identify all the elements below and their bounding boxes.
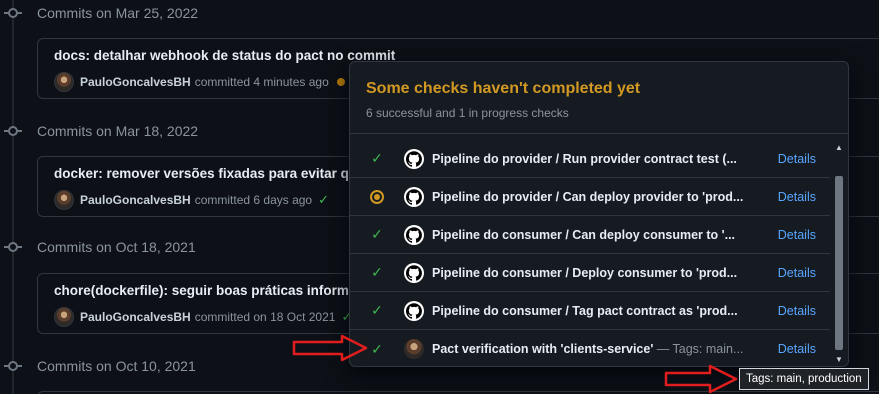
github-icon	[404, 224, 424, 245]
details-link[interactable]: Details	[778, 152, 816, 166]
commit-meta: PauloGoncalvesBH committed 4 minutes ago	[54, 72, 345, 92]
details-link[interactable]: Details	[778, 228, 816, 242]
check-row: ✓ Pipeline do consumer / Deploy consumer…	[350, 254, 830, 292]
commit-title-link[interactable]: docker: remover versões fixadas para evi…	[54, 166, 357, 181]
timeline-line	[12, 0, 14, 394]
check-row: ✓ Pipeline do provider / Run provider co…	[350, 140, 830, 178]
check-success-icon[interactable]: ✓	[318, 192, 329, 208]
avatar[interactable]	[54, 190, 74, 210]
commit-time: committed 6 days ago	[194, 193, 313, 207]
check-tags: — Tags: main...	[653, 342, 744, 356]
annotation-arrow-icon	[292, 334, 368, 362]
commit-node-icon	[4, 122, 22, 140]
check-name-text: Pact verification with 'clients-service'	[432, 342, 654, 356]
details-link[interactable]: Details	[778, 190, 816, 204]
commit-node-icon	[4, 238, 22, 256]
user-avatar	[404, 339, 424, 359]
popover-title: Some checks haven't completed yet	[366, 80, 641, 97]
github-icon	[404, 186, 424, 207]
pending-status-icon[interactable]	[336, 78, 345, 86]
commit-node-icon	[4, 357, 22, 375]
commit-time: committed 4 minutes ago	[194, 75, 329, 89]
commit-node-icon	[4, 4, 22, 22]
github-icon	[404, 300, 424, 321]
check-row: ✓ Pipeline do consumer / Can deploy cons…	[350, 216, 830, 254]
in-progress-icon	[350, 189, 404, 204]
checks-popover: Some checks haven't completed yet 6 succ…	[349, 61, 849, 367]
check-row: ✓ Pipeline do consumer / Tag pact contra…	[350, 292, 830, 330]
checks-list: ✓ Pipeline do provider / Run provider co…	[350, 140, 830, 366]
scroll-up-icon[interactable]: ▲	[832, 140, 846, 154]
avatar[interactable]	[54, 72, 74, 92]
details-link[interactable]: Details	[778, 304, 816, 318]
date-heading: Commits on Oct 10, 2021	[37, 358, 196, 374]
check-success-icon: ✓	[371, 150, 383, 166]
commit-time: committed on 18 Oct 2021	[194, 310, 336, 324]
scroll-track[interactable]	[832, 154, 846, 352]
commit-meta: PauloGoncalvesBH committed 6 days ago ✓	[54, 190, 329, 210]
date-heading: Commits on Oct 18, 2021	[37, 239, 196, 255]
check-name: Pipeline do consumer / Can deploy consum…	[432, 227, 736, 242]
author-link[interactable]: PauloGoncalvesBH	[80, 193, 191, 207]
check-name: Pipeline do consumer / Tag pact contract…	[432, 303, 738, 318]
details-link[interactable]: Details	[778, 342, 816, 356]
check-name: Pipeline do provider / Can deploy provid…	[432, 189, 744, 204]
date-heading: Commits on Mar 25, 2022	[37, 5, 199, 21]
check-name: Pipeline do provider / Run provider cont…	[432, 151, 737, 166]
commit-title-link[interactable]: docs: detalhar webhook de status do pact…	[54, 48, 395, 63]
author-link[interactable]: PauloGoncalvesBH	[80, 75, 191, 89]
popover-subtitle: 6 successful and 1 in progress checks	[366, 106, 569, 120]
annotation-arrow-icon	[664, 364, 738, 394]
check-success-icon: ✓	[371, 226, 383, 242]
github-icon	[404, 148, 424, 169]
commit-meta: PauloGoncalvesBH committed on 18 Oct 202…	[54, 307, 352, 327]
avatar[interactable]	[54, 307, 74, 327]
scroll-down-icon[interactable]: ▼	[832, 352, 846, 366]
check-success-icon: ✓	[371, 264, 383, 280]
tags-tooltip: Tags: main, production	[739, 368, 869, 390]
check-row: ✓ Pact verification with 'clients-servic…	[350, 330, 830, 366]
details-link[interactable]: Details	[778, 266, 816, 280]
date-heading: Commits on Mar 18, 2022	[37, 123, 199, 139]
check-name: Pipeline do consumer / Deploy consumer t…	[432, 265, 738, 280]
author-link[interactable]: PauloGoncalvesBH	[80, 310, 191, 324]
check-name: Pact verification with 'clients-service'…	[432, 342, 762, 356]
check-success-icon: ✓	[371, 302, 383, 318]
check-row: Pipeline do provider / Can deploy provid…	[350, 178, 830, 216]
scroll-thumb[interactable]	[835, 176, 843, 350]
commit-title-link[interactable]: chore(dockerfile): seguir boas práticas …	[54, 283, 356, 298]
popover-scrollbar[interactable]: ▲ ▼	[832, 140, 846, 366]
github-icon	[404, 262, 424, 283]
popover-header: Some checks haven't completed yet 6 succ…	[350, 62, 848, 134]
